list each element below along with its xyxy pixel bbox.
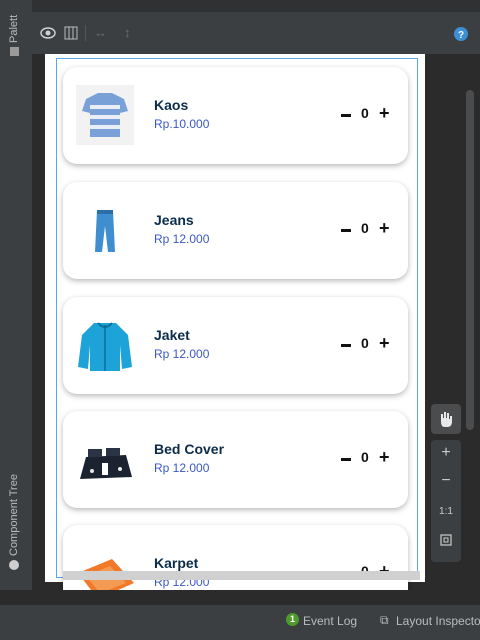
event-log-badge: 1 [286, 613, 299, 626]
increase-button[interactable]: + [379, 333, 390, 354]
bed-cover-image [80, 448, 132, 479]
fit-screen-icon[interactable] [440, 534, 452, 546]
design-toolbar: ↔ ↕ ? [32, 0, 480, 54]
palette-icon [9, 47, 19, 56]
product-price: Rp 12.000 [154, 461, 210, 475]
help-icon[interactable]: ? [454, 27, 468, 41]
quantity-value: 0 [361, 220, 369, 236]
event-log-button[interactable]: Event Log [303, 614, 357, 628]
vertical-scrollbar[interactable] [466, 90, 474, 430]
jeans-image [95, 210, 115, 252]
zoom-actual-size-button[interactable]: 1:1 [431, 506, 461, 517]
quantity-value: 0 [361, 335, 369, 351]
product-name: Kaos [154, 97, 189, 113]
product-price: Rp 12.000 [154, 347, 210, 361]
eye-icon[interactable] [40, 26, 56, 40]
decrease-button[interactable] [341, 344, 351, 347]
product-name: Jeans [154, 212, 194, 228]
resize-vertical-icon[interactable]: ↕ [124, 25, 131, 40]
zoom-out-button[interactable]: − [431, 472, 461, 490]
hand-icon [441, 412, 452, 427]
zoom-controls: + − 1:1 [431, 440, 461, 562]
increase-button[interactable]: + [379, 447, 390, 468]
product-name: Karpet [154, 555, 199, 571]
product-card-jaket[interactable]: Jaket Rp 12.000 0 + [63, 297, 408, 394]
decrease-button[interactable] [341, 229, 351, 232]
jacket-image [78, 322, 132, 371]
component-tree-tab[interactable]: Component Tree [0, 440, 32, 590]
tshirt-image [76, 85, 134, 145]
layout-inspector-icon: ⧉ [380, 613, 389, 627]
toolbar-upper-row [32, 0, 480, 12]
horizontal-scrollbar[interactable] [63, 571, 420, 580]
palette-tab[interactable]: Palett [0, 0, 32, 60]
component-tree-icon [9, 560, 19, 570]
product-card-kaos[interactable]: Kaos Rp.10.000 0 + [63, 67, 408, 164]
product-price: Rp 12.000 [154, 232, 210, 246]
product-card-jeans[interactable]: Jeans Rp 12.000 0 + [63, 182, 408, 279]
product-name: Bed Cover [154, 441, 225, 457]
pan-tool-button[interactable] [431, 404, 461, 434]
quantity-value: 0 [361, 449, 369, 465]
component-tree-label: Component Tree [8, 474, 20, 556]
palette-tab-label: Palett [8, 14, 20, 43]
resize-horizontal-icon[interactable]: ↔ [94, 25, 107, 40]
columns-icon[interactable] [64, 26, 78, 40]
zoom-in-button[interactable]: + [431, 444, 461, 462]
product-card-bed-cover[interactable]: Bed Cover Rp 12.000 0 + [63, 411, 408, 508]
svg-text:?: ? [458, 30, 464, 41]
status-bar: 1 Event Log ⧉ Layout Inspecto [0, 604, 480, 640]
increase-button[interactable]: + [379, 218, 390, 239]
toolbar-divider [85, 25, 86, 41]
product-price: Rp.10.000 [154, 117, 210, 131]
quantity-value: 0 [361, 105, 369, 121]
left-tool-strip: Palett Component Tree [0, 0, 33, 590]
layout-inspector-button[interactable]: Layout Inspecto [396, 614, 480, 628]
decrease-button[interactable] [341, 114, 351, 117]
product-name: Jaket [154, 327, 190, 343]
decrease-button[interactable] [341, 458, 351, 461]
increase-button[interactable]: + [379, 103, 390, 124]
panel-separator [0, 590, 480, 604]
